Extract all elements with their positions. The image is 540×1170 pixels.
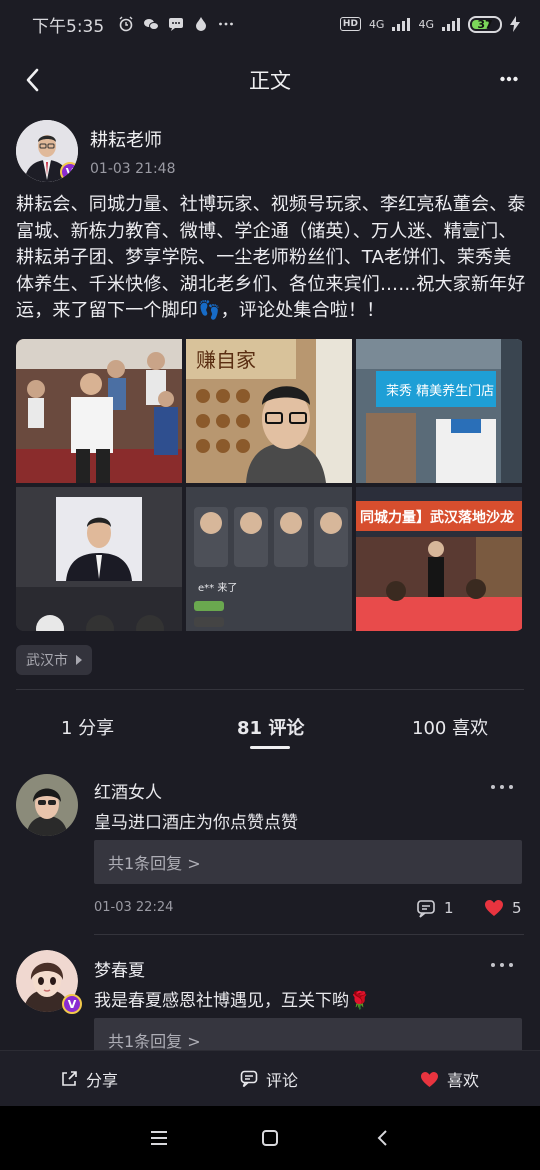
view-replies-button[interactable]: 共1条回复 > xyxy=(94,840,522,884)
reply-icon[interactable] xyxy=(416,899,436,919)
charging-icon xyxy=(510,16,520,32)
share-label: 分享 xyxy=(86,1071,119,1090)
comment-item: 红酒女人 皇马进口酒庄为你点赞点赞 共1条回复 > 01-03 22:24 1 … xyxy=(16,774,524,924)
photo-3[interactable]: 茉秀 精美养生门店 xyxy=(356,339,522,483)
hd-badge: HD xyxy=(339,17,361,31)
wechat-icon xyxy=(144,19,160,30)
comment-time: 01-03 22:24 xyxy=(94,900,174,915)
photo-6-banner: 同城力量】武汉落地沙龙 xyxy=(360,509,514,526)
home-icon[interactable] xyxy=(261,1129,279,1147)
stats-bar: 1 分享 81 评论 100 喜欢 xyxy=(0,708,540,744)
photo-5-caption: e** 来了 xyxy=(198,582,237,594)
tab-likes[interactable]: 100 喜欢 xyxy=(412,714,488,740)
back-nav-icon[interactable] xyxy=(376,1129,388,1147)
heart-icon[interactable] xyxy=(484,899,504,917)
comment-icon xyxy=(240,1070,258,1088)
network-label-2: 4G xyxy=(418,17,434,31)
location-chip[interactable]: 武汉市 xyxy=(16,645,92,675)
verified-badge: V xyxy=(60,162,78,182)
message-icon xyxy=(169,18,184,31)
photo-5[interactable]: e** 来了 xyxy=(186,487,352,631)
system-nav-bar xyxy=(0,1106,540,1170)
comment-item: V 梦春夏 我是春夏感恩社博遇见，互关下哟🌹 共1条回复 > xyxy=(16,950,524,1050)
post-text: 耕耘会、同城力量、社博玩家、视频号玩家、李红亮私董会、泰富城、新栋力教育、微博、… xyxy=(16,194,526,321)
photo-6[interactable]: 同城力量】武汉落地沙龙 xyxy=(356,487,522,631)
commenter-name[interactable]: 红酒女人 xyxy=(94,778,162,803)
tab-shares[interactable]: 1 分享 xyxy=(61,714,114,740)
status-time: 下午5:35 xyxy=(32,16,105,37)
status-bar: 下午5:35 HD 4G 4G 37 xyxy=(0,0,540,48)
photo-2[interactable]: 赚自家 xyxy=(186,339,352,483)
photo-grid: 赚自家 茉秀 精美养生门店 e** 来了 同城力量】武汉落地沙龙 xyxy=(16,339,524,631)
like-label: 喜欢 xyxy=(447,1071,480,1090)
alarm-icon xyxy=(119,16,133,32)
back-icon[interactable] xyxy=(22,66,46,94)
author-name[interactable]: 耕耘老师 xyxy=(90,126,175,152)
comment-more-icon[interactable] xyxy=(490,962,514,968)
battery-icon: 37 xyxy=(468,15,502,33)
more-options-icon[interactable] xyxy=(500,76,518,82)
author-avatar[interactable]: V xyxy=(16,120,78,182)
heart-icon xyxy=(421,1071,438,1087)
photo-4[interactable] xyxy=(16,487,182,631)
signal-icon xyxy=(392,17,411,31)
divider xyxy=(16,689,524,690)
like-button[interactable]: 喜欢 xyxy=(420,1067,479,1091)
commenter-avatar[interactable]: V xyxy=(16,950,82,1014)
location-label: 武汉市 xyxy=(26,653,68,669)
photo-3-sign: 茉秀 精美养生门店 xyxy=(386,383,494,399)
commenter-name[interactable]: 梦春夏 xyxy=(94,956,145,981)
like-count: 5 xyxy=(512,899,522,917)
verified-badge: V xyxy=(62,994,82,1014)
comment-text: 我是春夏感恩社博遇见，互关下哟🌹 xyxy=(94,991,371,1011)
nav-bar: 正文 xyxy=(0,52,540,108)
drop-icon xyxy=(196,17,207,31)
commenter-avatar[interactable] xyxy=(16,774,78,836)
comment-divider xyxy=(94,934,524,935)
comment-text: 皇马进口酒庄为你点赞点赞 xyxy=(94,813,298,833)
reply-count: 1 xyxy=(444,899,454,917)
network-label-1: 4G xyxy=(368,17,385,31)
active-tab-indicator xyxy=(250,746,290,749)
photo-2-sign: 赚自家 xyxy=(196,348,256,372)
share-icon xyxy=(62,1071,77,1086)
view-replies-button[interactable]: 共1条回复 > xyxy=(94,1018,522,1050)
comment-label: 评论 xyxy=(266,1071,299,1090)
page-title: 正文 xyxy=(249,69,291,93)
comment-more-icon[interactable] xyxy=(490,784,514,790)
menu-icon[interactable] xyxy=(150,1130,168,1146)
bottom-action-bar: 分享 评论 喜欢 xyxy=(0,1050,540,1106)
signal-icon-2 xyxy=(442,17,460,31)
photo-1[interactable] xyxy=(16,339,182,483)
post-time: 01-03 21:48 xyxy=(90,160,176,177)
chevron-right-icon xyxy=(76,655,82,665)
more-notifications-icon xyxy=(219,22,234,26)
comment-button[interactable]: 评论 xyxy=(240,1067,298,1091)
share-button[interactable]: 分享 xyxy=(60,1067,118,1091)
author-header[interactable]: V 耕耘老师 01-03 21:48 xyxy=(16,120,175,182)
tab-comments[interactable]: 81 评论 xyxy=(237,714,304,740)
battery-level: 37 xyxy=(477,17,493,31)
